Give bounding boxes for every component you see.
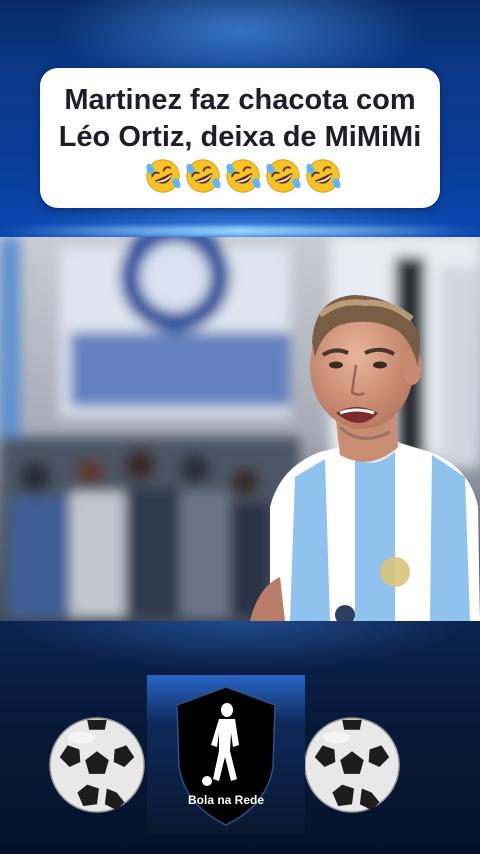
emoji-row (145, 158, 341, 194)
brand-logo: Bola na Rede (147, 675, 305, 833)
rolling-on-the-floor-laughing-emoji (146, 159, 181, 193)
photo-illustration (0, 237, 480, 621)
video-frame: Martinez faz chacota com Léo Ortiz, deix… (0, 0, 480, 854)
top-banner: Martinez faz chacota com Léo Ortiz, deix… (0, 0, 480, 237)
player-jersey (270, 437, 480, 621)
post-title: Martinez faz chacota com Léo Ortiz, deix… (54, 82, 426, 193)
soccer-ball-icon (304, 717, 400, 813)
post-title-text: Martinez faz chacota com Léo Ortiz, deix… (58, 84, 422, 154)
title-card: Martinez faz chacota com Léo Ortiz, deix… (40, 68, 440, 208)
rolling-on-the-floor-laughing-emoji (306, 159, 341, 193)
player-photo (0, 237, 480, 621)
rolling-on-the-floor-laughing-emoji (186, 159, 221, 193)
rolling-on-the-floor-laughing-emoji (266, 159, 301, 193)
brand-name: Bola na Rede (187, 793, 265, 807)
soccer-ball-icon (49, 717, 145, 813)
banner-glow-line (0, 226, 480, 236)
soccer-player-shield-icon (176, 686, 276, 826)
rolling-on-the-floor-laughing-emoji (226, 159, 261, 193)
